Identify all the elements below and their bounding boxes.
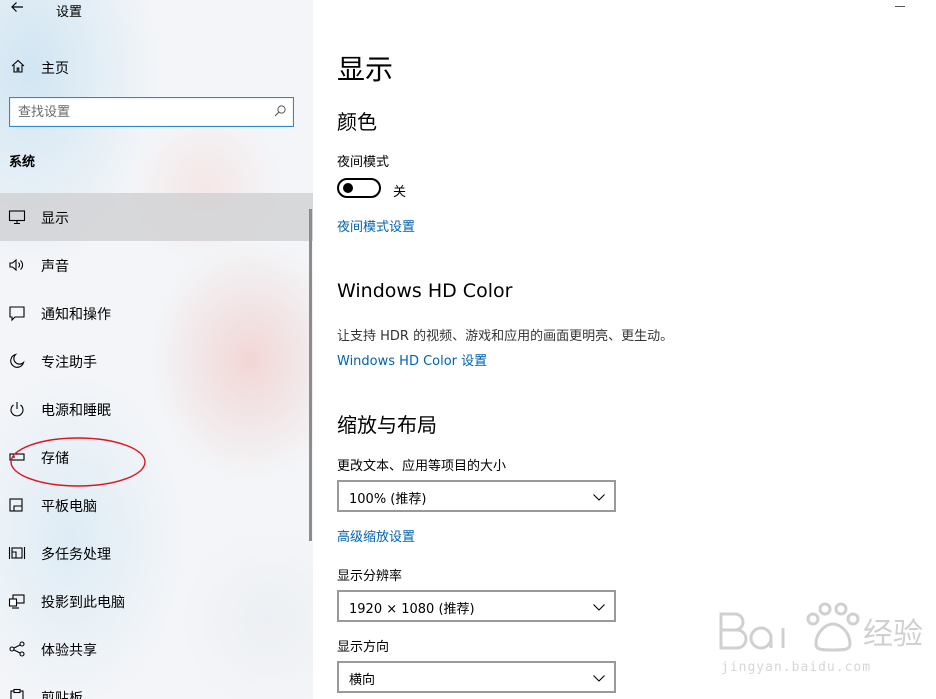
section-label: 系统	[9, 155, 36, 170]
night-mode-label: 夜间模式	[337, 155, 390, 170]
resolution-dropdown-value: 1920 × 1080 (推荐)	[349, 602, 475, 617]
notification-icon	[9, 306, 25, 322]
sidebar-scrollbar[interactable]	[309, 209, 312, 541]
section-heading-scale-layout: 缩放与布局	[337, 413, 437, 437]
power-icon	[10, 402, 24, 417]
minimize-icon[interactable]	[895, 6, 905, 7]
main-content: 显示 颜色 夜间模式 关 夜间模式设置 Windows HD Color 让支持…	[313, 0, 936, 699]
sidebar-item-label: 平板电脑	[41, 499, 97, 515]
sidebar-item-label: 通知和操作	[41, 307, 111, 323]
resolution-label: 显示分辨率	[337, 569, 403, 584]
sidebar-item-label: 体验共享	[41, 643, 97, 659]
sidebar-item-focus-assist[interactable]: 专注助手	[0, 337, 313, 385]
chevron-down-icon	[593, 675, 605, 682]
orientation-label: 显示方向	[337, 640, 390, 655]
sidebar-item-label: 剪贴板	[41, 691, 83, 699]
sidebar-item-display[interactable]: 显示	[0, 193, 313, 241]
scale-dropdown-value: 100% (推荐)	[349, 492, 427, 507]
back-button[interactable]	[10, 0, 28, 20]
advanced-scaling-link[interactable]: 高级缩放设置	[337, 526, 415, 545]
monitor-icon	[8, 210, 26, 225]
section-heading-hdr: Windows HD Color	[337, 280, 513, 302]
project-icon	[8, 594, 25, 609]
night-mode-toggle[interactable]	[337, 178, 381, 198]
moon-icon	[10, 353, 25, 368]
scale-dropdown[interactable]: 100% (推荐)	[337, 480, 616, 512]
sidebar-item-project-to-pc[interactable]: 投影到此电脑	[0, 577, 313, 625]
sidebar-item-sound[interactable]: 声音	[0, 241, 313, 289]
arrow-left-icon	[11, 2, 23, 12]
share-icon	[9, 641, 25, 657]
sidebar-item-label: 投影到此电脑	[41, 595, 125, 611]
sidebar-item-home[interactable]: 主页	[0, 54, 313, 80]
sidebar-item-label: 声音	[41, 259, 69, 275]
sidebar-item-shared-experiences[interactable]: 体验共享	[0, 625, 313, 673]
sidebar-item-clipboard[interactable]: 剪贴板	[0, 673, 313, 699]
chevron-down-icon	[593, 494, 605, 501]
sidebar-item-label: 显示	[41, 211, 69, 227]
baidu-logo: 经验	[719, 602, 923, 652]
toggle-knob	[343, 183, 353, 193]
search-box[interactable]	[9, 97, 294, 127]
tablet-icon	[9, 498, 23, 512]
sidebar-item-label: 电源和睡眠	[41, 403, 111, 419]
sidebar: 设置 主页 系统 显示 声音 通知和操作	[0, 0, 313, 699]
sidebar-item-notifications[interactable]: 通知和操作	[0, 289, 313, 337]
home-icon	[11, 59, 25, 73]
multitask-icon	[8, 547, 26, 559]
scale-label: 更改文本、应用等项目的大小	[337, 459, 507, 474]
page-title: 显示	[337, 53, 394, 86]
night-mode-state: 关	[393, 185, 407, 200]
speaker-icon	[9, 258, 23, 272]
clipboard-icon	[10, 688, 24, 699]
hdr-settings-link[interactable]: Windows HD Color 设置	[337, 350, 487, 369]
section-heading-color: 颜色	[337, 110, 377, 134]
orientation-dropdown-value: 横向	[349, 673, 376, 688]
red-annotation-circle	[10, 437, 146, 487]
search-input[interactable]	[18, 103, 268, 121]
watermark-url: jingyan.baidu.com	[721, 660, 872, 675]
sidebar-item-label: 主页	[41, 61, 69, 77]
chevron-down-icon	[593, 604, 605, 611]
resolution-dropdown[interactable]: 1920 × 1080 (推荐)	[337, 590, 616, 622]
orientation-dropdown[interactable]: 横向	[337, 661, 616, 693]
sidebar-item-multitasking[interactable]: 多任务处理	[0, 529, 313, 577]
baidu-watermark: 经验 jingyan.baidu.com	[713, 592, 933, 682]
svg-text:经验: 经验	[863, 617, 923, 652]
sidebar-item-label: 多任务处理	[41, 547, 111, 563]
title-bar: 设置	[0, 0, 313, 24]
sidebar-item-power-sleep[interactable]: 电源和睡眠	[0, 385, 313, 433]
hdr-description: 让支持 HDR 的视频、游戏和应用的画面更明亮、更生动。	[337, 329, 674, 344]
sidebar-item-label: 专注助手	[41, 355, 97, 371]
search-icon[interactable]	[273, 104, 287, 118]
app-title: 设置	[56, 5, 83, 20]
night-mode-settings-link[interactable]: 夜间模式设置	[337, 216, 415, 235]
